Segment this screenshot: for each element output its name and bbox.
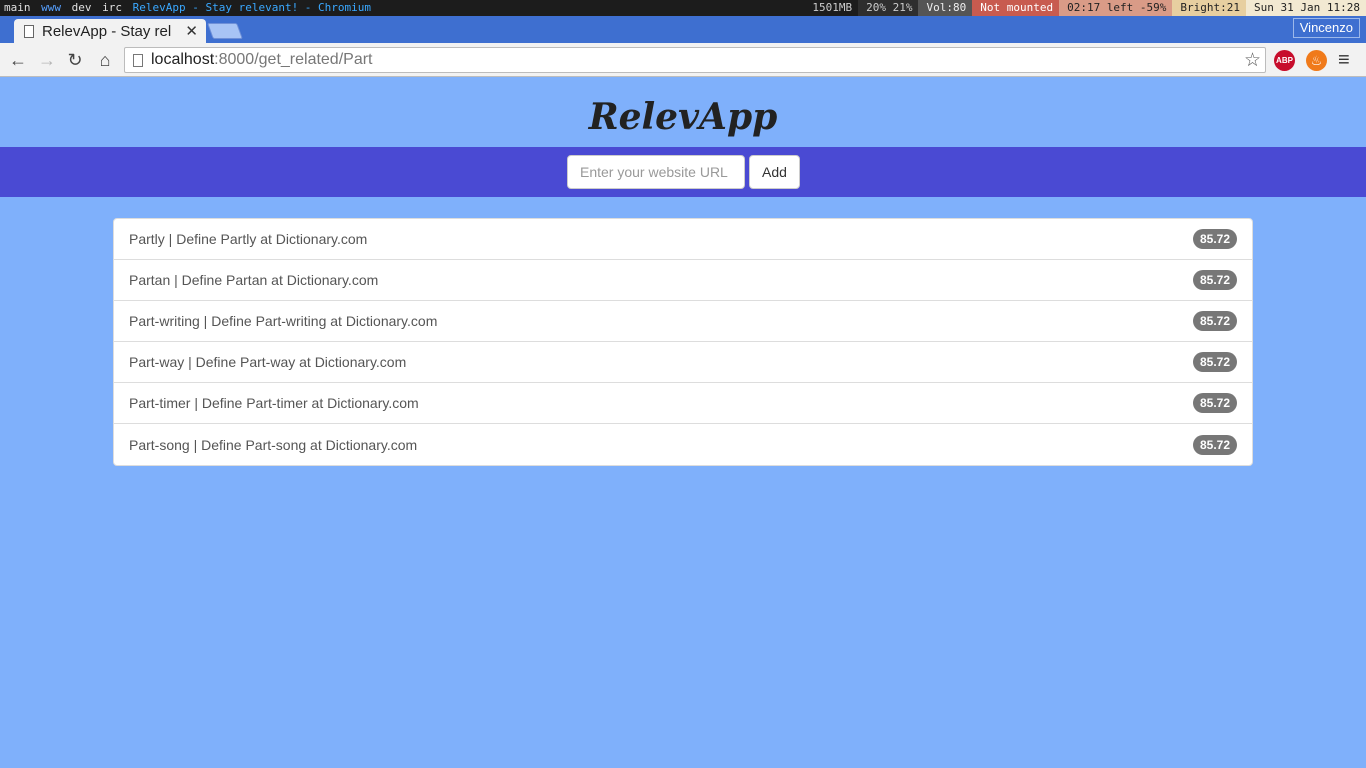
list-item[interactable]: Part-timer | Define Part-timer at Dictio… bbox=[114, 383, 1252, 424]
url-path: :8000/get_related/Part bbox=[214, 51, 373, 68]
page-content: RelevApp Add Partly | Define Partly at D… bbox=[0, 78, 1366, 768]
mount-status: Not mounted bbox=[972, 0, 1060, 16]
tab-relevapp[interactable]: RelevApp - Stay rel ✕ bbox=[14, 19, 206, 43]
brightness-status: Bright:21 bbox=[1172, 0, 1247, 16]
extension-fire-icon[interactable]: ♨ bbox=[1306, 50, 1327, 71]
wm-status-bar: main www dev irc RelevApp - Stay relevan… bbox=[0, 0, 1366, 16]
result-title: Partly | Define Partly at Dictionary.com bbox=[129, 231, 368, 247]
results-list: Partly | Define Partly at Dictionary.com… bbox=[113, 218, 1253, 466]
tab-title: RelevApp - Stay rel bbox=[42, 22, 172, 40]
page-icon bbox=[24, 24, 34, 38]
add-button[interactable]: Add bbox=[749, 155, 800, 189]
result-title: Part-way | Define Part-way at Dictionary… bbox=[129, 354, 407, 370]
page-info-icon bbox=[133, 53, 143, 67]
score-badge: 85.72 bbox=[1192, 434, 1237, 455]
battery-status: 02:17 left -59% bbox=[1059, 0, 1173, 16]
workspace-www[interactable]: www bbox=[41, 0, 61, 16]
result-title: Part-song | Define Part-song at Dictiona… bbox=[129, 436, 418, 453]
new-tab-button[interactable] bbox=[207, 23, 243, 39]
list-item[interactable]: Part-way | Define Part-way at Dictionary… bbox=[114, 342, 1252, 383]
clock: Sun 31 Jan 11:28 bbox=[1246, 0, 1366, 16]
browser-toolbar: ← → ↻ ⌂ localhost:8000/get_related/Part … bbox=[0, 43, 1366, 77]
result-title: Partan | Define Partan at Dictionary.com bbox=[129, 272, 379, 288]
score-badge: 85.72 bbox=[1192, 352, 1237, 372]
brand-title: RelevApp bbox=[588, 96, 778, 138]
volume-status: Vol:80 bbox=[918, 0, 973, 16]
cpu-status: 20% 21% bbox=[858, 0, 919, 16]
result-title: Part-writing | Define Part-writing at Di… bbox=[129, 313, 438, 329]
score-badge: 85.72 bbox=[1192, 229, 1237, 249]
bookmark-star-icon[interactable]: ☆ bbox=[1244, 49, 1261, 72]
close-tab-icon[interactable]: ✕ bbox=[185, 22, 198, 40]
score-badge: 85.72 bbox=[1192, 270, 1237, 290]
tab-strip: RelevApp - Stay rel ✕ Vincenzo bbox=[0, 16, 1366, 43]
back-arrow-icon[interactable]: ← bbox=[7, 49, 29, 71]
website-url-input[interactable] bbox=[567, 155, 745, 189]
reload-icon[interactable]: ↻ bbox=[64, 49, 86, 71]
list-item[interactable]: Partly | Define Partly at Dictionary.com… bbox=[114, 219, 1252, 260]
profile-button[interactable]: Vincenzo bbox=[1292, 18, 1360, 38]
list-item[interactable]: Part-writing | Define Part-writing at Di… bbox=[114, 301, 1252, 342]
home-icon[interactable]: ⌂ bbox=[94, 49, 116, 71]
forward-arrow-icon[interactable]: → bbox=[36, 49, 58, 71]
menu-icon[interactable]: ≡ bbox=[1338, 49, 1350, 72]
workspace-irc[interactable]: irc bbox=[102, 0, 122, 16]
score-badge: 85.72 bbox=[1192, 311, 1237, 331]
memory-status: 1501MB bbox=[804, 0, 859, 16]
list-item[interactable]: Partan | Define Partan at Dictionary.com… bbox=[114, 260, 1252, 301]
address-bar[interactable]: localhost:8000/get_related/Part ☆ bbox=[124, 47, 1266, 73]
wm-status-right: 1501MB 20% 21% Vol:80 Not mounted 02:17 … bbox=[804, 0, 1366, 16]
url-host: localhost bbox=[151, 51, 215, 68]
list-item[interactable]: Part-song | Define Part-song at Dictiona… bbox=[114, 424, 1252, 465]
result-title: Part-timer | Define Part-timer at Dictio… bbox=[129, 395, 419, 411]
workspace-dev[interactable]: dev bbox=[72, 0, 92, 16]
window-title: RelevApp - Stay relevant! - Chromium bbox=[132, 1, 372, 14]
adblock-icon[interactable]: ABP bbox=[1274, 50, 1295, 71]
score-badge: 85.72 bbox=[1192, 393, 1237, 413]
workspace-main[interactable]: main bbox=[4, 0, 31, 16]
url-form-bar: Add bbox=[0, 147, 1366, 197]
